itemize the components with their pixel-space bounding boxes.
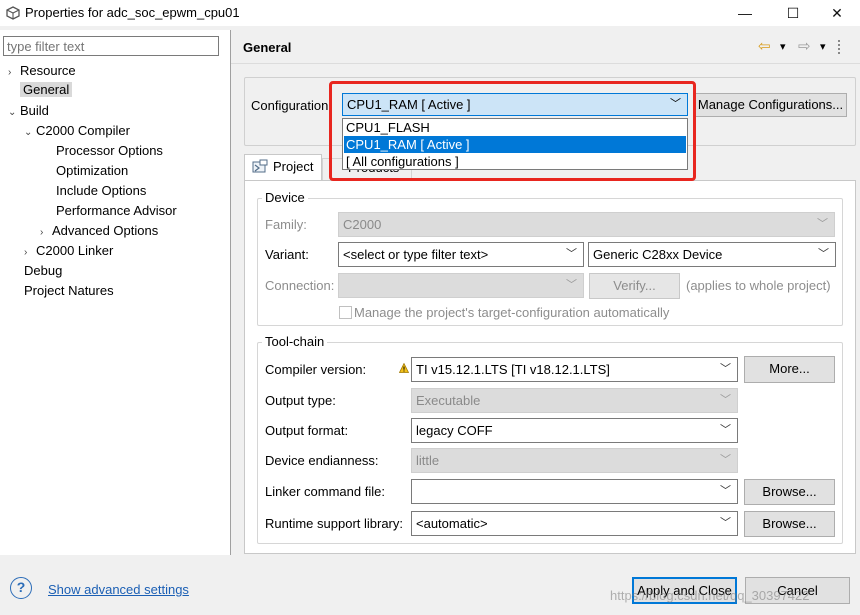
tree-item-label: Performance Advisor xyxy=(56,203,177,218)
tree-item-build[interactable]: ⌄ Build xyxy=(8,101,49,120)
more-button[interactable]: More... xyxy=(744,356,835,383)
forward-arrow-icon[interactable]: ⇨ xyxy=(798,37,811,55)
output-type-label: Output type: xyxy=(265,393,336,408)
variant-filter-combo[interactable]: <select or type filter text> ﹀ xyxy=(338,242,584,267)
family-select[interactable]: C2000 ﹀ xyxy=(338,212,835,237)
chevron-right-icon[interactable]: › xyxy=(40,223,52,242)
connection-label: Connection: xyxy=(265,278,335,293)
chevron-down-icon: ﹀ xyxy=(720,517,731,529)
tree-item-general[interactable]: General xyxy=(20,80,73,99)
tree-item-include-options[interactable]: Include Options xyxy=(56,181,146,200)
runtime-support-library-combo[interactable]: <automatic> ﹀ xyxy=(411,511,738,536)
chevron-down-icon: ﹀ xyxy=(566,279,577,291)
configuration-label: Configuration: xyxy=(251,98,332,113)
chevron-down-icon: ﹀ xyxy=(818,248,829,260)
help-icon[interactable]: ? xyxy=(10,577,32,599)
tree-item-label: Include Options xyxy=(56,183,147,198)
device-group-title: Device xyxy=(262,190,308,205)
output-format-select[interactable]: legacy COFF ﹀ xyxy=(411,418,738,443)
window-title: Properties for adc_soc_epwm_cpu01 xyxy=(25,5,240,20)
tree-item-label: C2000 Linker xyxy=(36,243,114,258)
output-format-value: legacy COFF xyxy=(416,423,493,438)
output-type-select[interactable]: Executable ﹀ xyxy=(411,388,738,413)
compiler-version-label: Compiler version: xyxy=(265,362,367,377)
chevron-right-icon[interactable]: › xyxy=(24,243,36,262)
red-highlight-annotation xyxy=(329,81,696,181)
chevron-down-icon: ﹀ xyxy=(720,485,731,497)
tree-item-advanced-options[interactable]: › Advanced Options xyxy=(40,221,158,240)
tree-item-label: Advanced Options xyxy=(52,223,159,238)
close-button[interactable]: ✕ xyxy=(814,0,860,26)
filter-input[interactable] xyxy=(3,36,219,56)
tree-item-label: Project Natures xyxy=(24,283,114,298)
output-type-value: Executable xyxy=(416,393,481,408)
page-title: General xyxy=(243,40,292,55)
chevron-down-icon: ﹀ xyxy=(566,248,577,260)
tree-item-processor-options[interactable]: Processor Options xyxy=(56,141,163,160)
tree-item-project-natures[interactable]: Project Natures xyxy=(24,281,114,300)
manage-target-checkbox[interactable] xyxy=(339,306,352,319)
chevron-right-icon[interactable]: › xyxy=(8,63,20,82)
device-endianness-select[interactable]: little ﹀ xyxy=(411,448,738,473)
device-endianness-label: Device endianness: xyxy=(265,453,379,468)
chevron-down-icon: ﹀ xyxy=(720,394,731,406)
tab-project-label: Project xyxy=(273,159,314,174)
tree-item-label: General xyxy=(20,82,73,97)
forward-history-dropdown-icon[interactable]: ▾ xyxy=(820,40,826,53)
back-arrow-icon[interactable]: ⇦ xyxy=(758,37,771,55)
compiler-version-select[interactable]: TI v15.12.1.LTS [TI v18.12.1.LTS] ﹀ xyxy=(411,357,738,382)
tree-item-resource[interactable]: › Resource xyxy=(8,61,76,80)
tree-item-c2000-linker[interactable]: › C2000 Linker xyxy=(24,241,113,260)
browse-linker-button[interactable]: Browse... xyxy=(744,479,835,505)
linker-command-file-combo[interactable]: ﹀ xyxy=(411,479,738,504)
chevron-down-icon: ﹀ xyxy=(817,218,828,230)
panel-sash[interactable] xyxy=(230,30,231,555)
variant-filter-value: <select or type filter text> xyxy=(343,247,489,262)
browse-runtime-button[interactable]: Browse... xyxy=(744,511,835,537)
back-history-dropdown-icon[interactable]: ▾ xyxy=(780,40,786,53)
linker-command-file-label: Linker command file: xyxy=(265,484,385,499)
device-endianness-value: little xyxy=(416,453,440,468)
toolchain-group-title: Tool-chain xyxy=(262,334,328,349)
tree-item-c2000-compiler[interactable]: ⌄ C2000 Compiler xyxy=(24,121,130,140)
connection-select[interactable]: ﹀ xyxy=(338,273,584,298)
variant-select[interactable]: Generic C28xx Device ﹀ xyxy=(588,242,836,267)
connection-note: (applies to whole project) xyxy=(686,278,831,293)
warning-icon xyxy=(399,363,409,373)
runtime-support-library-value: <automatic> xyxy=(416,516,488,531)
app-icon xyxy=(6,6,20,20)
family-label: Family: xyxy=(265,217,307,232)
family-value: C2000 xyxy=(343,217,382,232)
view-menu-icon[interactable] xyxy=(838,40,841,54)
manage-configurations-button[interactable]: Manage Configurations... xyxy=(694,93,847,117)
runtime-support-library-label: Runtime support library: xyxy=(265,516,403,531)
compiler-version-value: TI v15.12.1.LTS [TI v18.12.1.LTS] xyxy=(416,362,610,377)
show-advanced-settings-link[interactable]: Show advanced settings xyxy=(48,582,189,597)
tree-item-label: Optimization xyxy=(56,163,129,178)
chevron-down-icon: ﹀ xyxy=(720,363,731,375)
chevron-down-icon: ﹀ xyxy=(720,424,731,436)
tree-item-debug[interactable]: Debug xyxy=(24,261,62,280)
tree-item-label: Resource xyxy=(20,63,76,78)
tree-item-optimization[interactable]: Optimization xyxy=(56,161,128,180)
tree-item-label: Debug xyxy=(24,263,63,278)
tree-item-performance-advisor[interactable]: Performance Advisor xyxy=(56,201,177,220)
output-format-label: Output format: xyxy=(265,423,349,438)
chevron-down-icon: ﹀ xyxy=(720,454,731,466)
tree-item-label: Processor Options xyxy=(56,143,163,158)
watermark-text: https://blog.csdn.net/qq_30397422 xyxy=(610,588,810,603)
project-icon xyxy=(252,159,268,173)
chevron-down-icon[interactable]: ⌄ xyxy=(24,123,36,142)
minimize-button[interactable]: — xyxy=(722,0,768,26)
variant-value: Generic C28xx Device xyxy=(593,247,723,262)
chevron-down-icon[interactable]: ⌄ xyxy=(8,103,20,122)
tree-item-label: C2000 Compiler xyxy=(36,123,130,138)
maximize-button[interactable]: ☐ xyxy=(770,0,816,26)
manage-target-checkbox-label: Manage the project's target-configuratio… xyxy=(354,305,670,320)
variant-label: Variant: xyxy=(265,247,309,262)
tree-item-label: Build xyxy=(20,103,49,118)
verify-button[interactable]: Verify... xyxy=(589,273,680,299)
